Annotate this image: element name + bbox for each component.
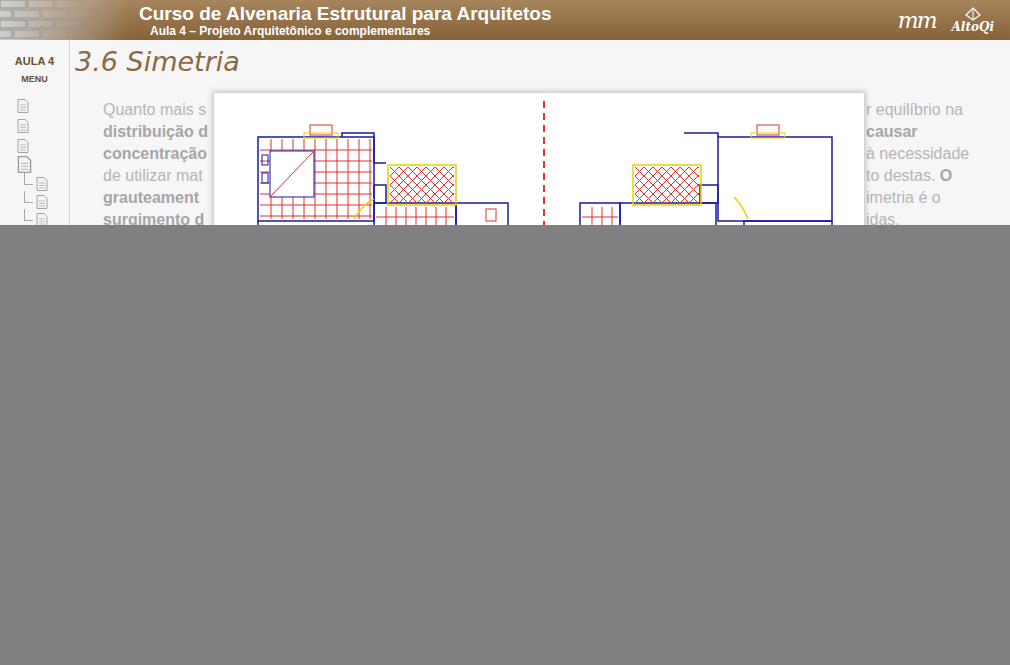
document-icon <box>17 156 32 173</box>
diamond-icon <box>963 7 983 21</box>
document-icon <box>17 139 29 153</box>
tree-connector <box>24 191 33 203</box>
menu-item[interactable] <box>17 191 69 209</box>
altoqi-logo: AltoQi <box>952 7 994 34</box>
dim-overlay[interactable] <box>0 225 1010 665</box>
tree-connector <box>24 209 33 221</box>
lesson-subtitle: Aula 4 – Projeto Arquitetônico e complem… <box>139 24 551 38</box>
line-end: causar <box>866 121 1010 143</box>
tree-connector <box>24 173 33 185</box>
line-end: à necessidade <box>866 143 1010 165</box>
line-end: imetria é o <box>866 187 1010 209</box>
course-title: Curso de Alvenaria Estrutural para Arqui… <box>139 3 551 24</box>
document-icon <box>36 195 48 209</box>
menu-list <box>0 93 69 245</box>
document-icon <box>17 119 29 133</box>
document-icon <box>36 177 48 191</box>
line-end: to destas. O <box>866 165 1010 187</box>
line-start: distribuição d <box>103 121 208 143</box>
document-icon <box>17 99 29 113</box>
header-titles: Curso de Alvenaria Estrutural para Arqui… <box>130 3 551 38</box>
section-title: 3.6 Simetria <box>75 45 1010 79</box>
menu-item[interactable] <box>17 113 69 133</box>
line-end: r equilíbrio na <box>866 99 1010 121</box>
line-start: Quanto mais s <box>103 99 206 121</box>
header-bar: Curso de Alvenaria Estrutural para Arqui… <box>0 0 1010 40</box>
menu-item[interactable] <box>17 153 69 173</box>
menu-item[interactable] <box>17 133 69 153</box>
menu-label: MENU <box>21 73 48 85</box>
script-logo: mm <box>898 8 936 33</box>
menu-item[interactable] <box>17 173 69 191</box>
line-start: grauteament <box>103 187 199 209</box>
brick-wall-icon <box>0 0 130 40</box>
course-page: Curso de Alvenaria Estrutural para Arqui… <box>0 0 1010 665</box>
logos: mm AltoQi <box>898 7 1010 34</box>
lesson-label: AULA 4 <box>15 54 54 68</box>
line-start: de utilizar mat <box>103 165 203 187</box>
menu-item[interactable] <box>17 93 69 113</box>
line-start: concentração <box>103 143 207 165</box>
